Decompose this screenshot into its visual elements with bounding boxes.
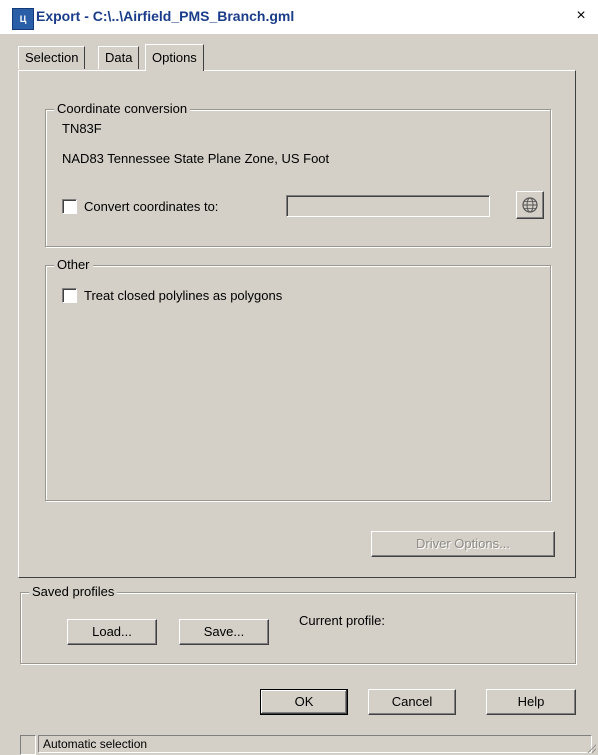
status-text: Automatic selection [38, 735, 592, 753]
coordinate-conversion-label: Coordinate conversion [54, 101, 191, 116]
options-tab-panel: Coordinate conversion TN83F NAD83 Tennes… [18, 70, 576, 578]
export-dialog: Ц Export - C:\..\Airfield_PMS_Branch.gml… [0, 0, 598, 755]
cancel-button[interactable]: Cancel [368, 689, 456, 715]
resize-grip-icon[interactable] [586, 743, 596, 753]
window-title: Export - C:\..\Airfield_PMS_Branch.gml [36, 8, 295, 24]
convert-coordinates-checkbox[interactable] [62, 199, 77, 214]
globe-icon [522, 197, 538, 213]
app-icon: Ц [12, 8, 34, 30]
tab-options[interactable]: Options [145, 44, 204, 71]
driver-options-button[interactable]: Driver Options... [371, 531, 555, 557]
current-profile-label: Current profile: [299, 613, 385, 628]
close-button[interactable]: × [572, 7, 590, 25]
saved-profiles-label: Saved profiles [29, 584, 118, 599]
convert-coordinates-label: Convert coordinates to: [84, 199, 219, 214]
other-group-label: Other [54, 257, 93, 272]
convert-coordinates-field[interactable] [286, 195, 490, 217]
other-group: Other Treat closed polylines as polygons [45, 257, 551, 501]
coordinate-picker-button[interactable] [516, 191, 544, 219]
coordinate-conversion-group: Coordinate conversion TN83F NAD83 Tennes… [45, 101, 551, 247]
tab-selection[interactable]: Selection [18, 46, 86, 69]
help-button[interactable]: Help [486, 689, 576, 715]
title-bar: Ц Export - C:\..\Airfield_PMS_Branch.gml… [0, 0, 598, 34]
coordinate-system-description: NAD83 Tennessee State Plane Zone, US Foo… [62, 151, 330, 166]
status-indicator [20, 735, 36, 755]
saved-profiles-group: Saved profiles Load... Save... Current p… [20, 584, 576, 664]
ok-button[interactable]: OK [260, 689, 348, 715]
save-profile-button[interactable]: Save... [179, 619, 269, 645]
coordinate-system-code: TN83F [62, 121, 102, 136]
status-bar: Automatic selection [0, 733, 598, 755]
treat-polylines-checkbox[interactable] [62, 288, 77, 303]
treat-polylines-label: Treat closed polylines as polygons [84, 288, 283, 303]
load-profile-button[interactable]: Load... [67, 619, 157, 645]
tab-data[interactable]: Data [98, 46, 140, 69]
